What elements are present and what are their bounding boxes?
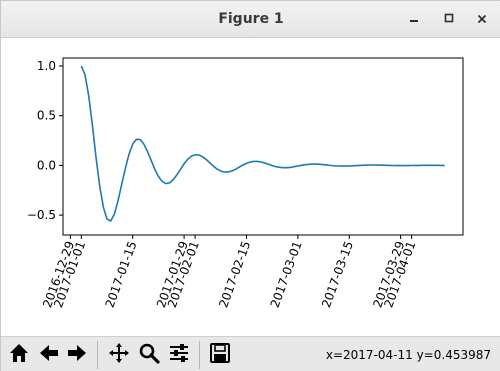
toolbar-separator <box>97 341 98 369</box>
save-button[interactable] <box>208 343 232 367</box>
cursor-coordinates: x=2017-04-11 y=0.453987 <box>325 348 491 362</box>
minimize-icon <box>409 12 419 27</box>
y-tick-label: 0.0 <box>37 158 56 172</box>
configure-subplots-icon <box>168 342 190 368</box>
forward-icon <box>66 342 88 368</box>
zoom-button[interactable] <box>137 343 161 367</box>
forward-button[interactable] <box>65 343 89 367</box>
minimize-button[interactable] <box>403 9 425 29</box>
maximize-icon <box>444 12 454 27</box>
home-icon <box>8 342 30 368</box>
line-chart: −0.50.00.51.02016-12-292017-01-01 2017-01… <box>1 38 500 336</box>
title-bar[interactable]: Figure 1 <box>1 1 500 38</box>
navigation-toolbar: x=2017-04-11 y=0.453987 <box>1 336 500 371</box>
figure-canvas[interactable]: −0.5 0.0 0.5 1.0 2016-12-29 2017-01-01 2017-01… <box>1 38 500 336</box>
pan-button[interactable] <box>107 343 131 367</box>
back-icon <box>38 342 60 368</box>
y-tick-label: 0.5 <box>37 109 56 123</box>
window-title: Figure 1 <box>218 11 284 27</box>
close-icon <box>477 10 487 28</box>
save-icon <box>209 342 231 368</box>
home-button[interactable] <box>7 343 31 367</box>
zoom-icon <box>138 342 160 368</box>
close-button[interactable] <box>471 9 493 29</box>
pan-icon <box>108 342 130 368</box>
back-button[interactable] <box>37 343 61 367</box>
maximize-button[interactable] <box>438 9 460 29</box>
y-tick-label: −0.5 <box>27 208 56 222</box>
configure-subplots-button[interactable] <box>167 343 191 367</box>
figure-window: Figure 1 −0.5 0.0 0.5 1.0 2016-12-29 2017-01-… <box>0 0 500 371</box>
y-tick-label: 1.0 <box>37 59 56 73</box>
toolbar-separator <box>199 341 200 369</box>
